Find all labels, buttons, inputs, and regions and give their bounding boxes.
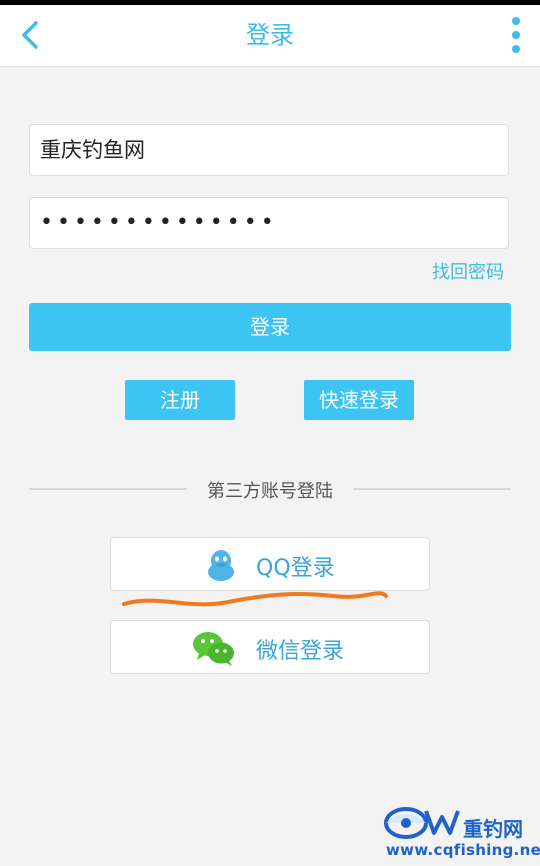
wechat-login-button[interactable]: 微信登录 bbox=[110, 620, 430, 674]
app-header: 登录 bbox=[0, 5, 540, 67]
watermark-site-name: 重钓网 bbox=[463, 817, 523, 841]
more-options-icon[interactable] bbox=[508, 17, 524, 53]
qq-penguin-icon bbox=[208, 550, 234, 581]
password-field[interactable]: •••••••••••••• bbox=[29, 197, 509, 249]
forgot-password-link[interactable]: 找回密码 bbox=[432, 258, 504, 284]
orange-scribble-underline bbox=[122, 591, 388, 607]
divider-right bbox=[353, 488, 511, 490]
third-party-divider-label: 第三方账号登陆 bbox=[207, 481, 333, 502]
watermark-url: www.cqfishing.net bbox=[386, 841, 540, 859]
wechat-login-label: 微信登录 bbox=[256, 639, 345, 664]
page-title: 登录 bbox=[246, 21, 294, 49]
username-field[interactable]: 重庆钓鱼网 bbox=[29, 124, 509, 176]
quick-login-button[interactable]: 快速登录 bbox=[304, 380, 414, 420]
qq-login-label: QQ登录 bbox=[256, 556, 335, 581]
wechat-icon bbox=[193, 632, 234, 666]
watermark-logo-icon bbox=[384, 807, 460, 839]
login-button[interactable]: 登录 bbox=[29, 303, 511, 351]
register-button[interactable]: 注册 bbox=[125, 380, 235, 420]
divider-left bbox=[29, 488, 187, 490]
